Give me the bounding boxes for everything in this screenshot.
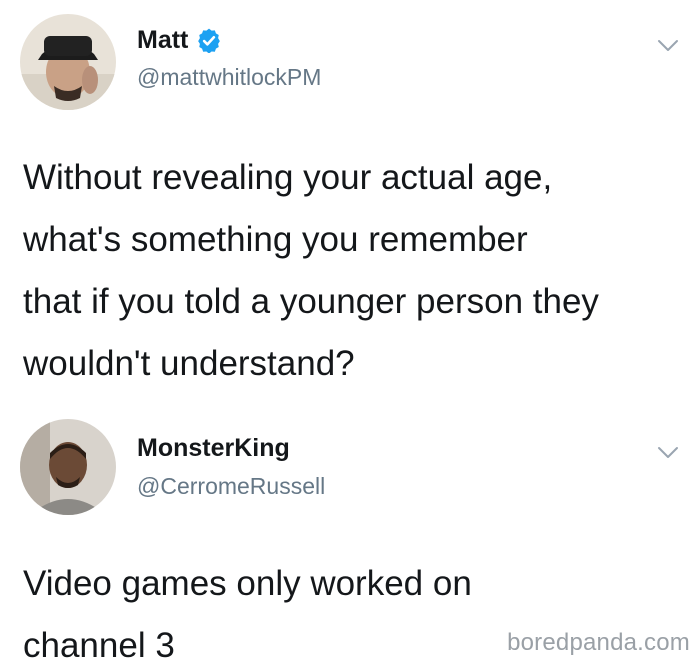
avatar[interactable]	[20, 14, 116, 110]
user-handle[interactable]: @mattwhitlockPM	[137, 62, 321, 92]
author-name-row: Matt	[137, 24, 222, 56]
avatar[interactable]	[20, 419, 116, 515]
chevron-down-icon[interactable]	[656, 445, 680, 461]
author-name-row: MonsterKing	[137, 432, 290, 464]
watermark: boredpanda.com	[507, 629, 690, 656]
user-handle[interactable]: @CerromeRussell	[137, 471, 325, 501]
tweet-original: Matt @mattwhitlockPM Without revealing y…	[0, 0, 700, 400]
verified-badge-icon	[196, 27, 222, 54]
chevron-down-icon[interactable]	[656, 38, 680, 54]
avatar-image	[20, 14, 116, 110]
display-name[interactable]: Matt	[137, 24, 188, 56]
display-name[interactable]: MonsterKing	[137, 432, 290, 464]
avatar-image	[20, 419, 116, 515]
tweet-text: Without revealing your actual age, what'…	[23, 158, 599, 383]
